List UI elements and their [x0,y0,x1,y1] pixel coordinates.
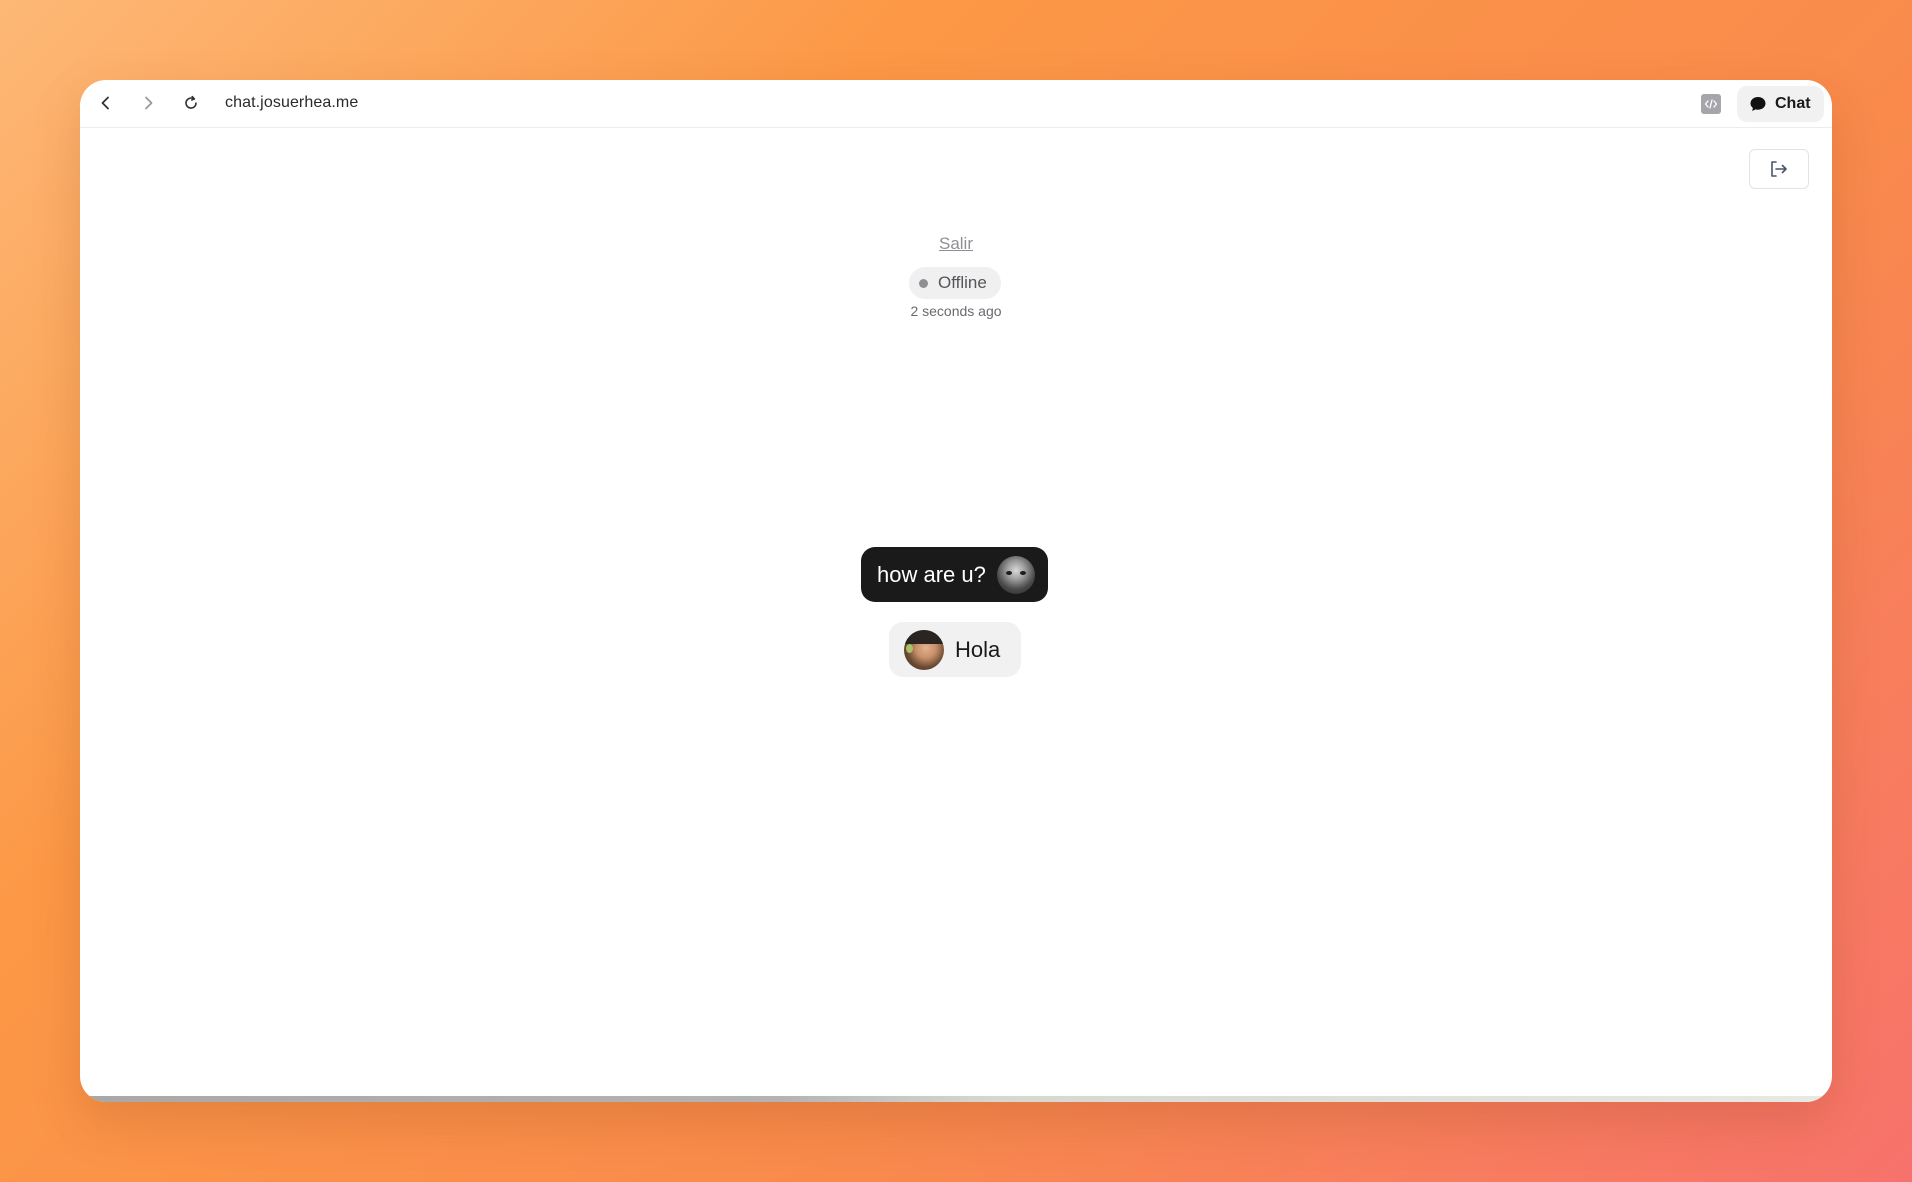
address-bar-url[interactable]: chat.josuerhea.me [225,94,358,112]
last-seen-timestamp: 2 seconds ago [910,303,1002,319]
chat-button-label: Chat [1775,95,1811,112]
message-bubble-sent: how are u? [861,547,1048,602]
avatar [904,629,944,670]
contact-header: Salir [80,234,1832,254]
chevron-right-icon [145,96,153,110]
chevron-left-icon [101,96,109,110]
code-button[interactable] [1701,94,1721,114]
message-bubble-received: Hola [889,622,1021,677]
salir-link[interactable]: Salir [939,234,973,253]
avatar [996,555,1035,594]
message-text: how are u? [877,561,986,587]
chat-bubble-icon [1750,97,1766,111]
bottom-progress-bar [80,1096,1832,1102]
reload-button[interactable] [178,90,204,116]
status-dot [919,278,928,288]
code-icon [1704,99,1718,109]
reload-icon [185,95,197,109]
back-button[interactable] [93,90,119,116]
chat-button[interactable]: Chat [1737,86,1824,122]
browser-toolbar: chat.josuerhea.me Chat [80,80,1832,128]
browser-window: chat.josuerhea.me Chat Salir Offline 2 s… [80,80,1832,1102]
forward-button[interactable] [135,90,161,116]
logout-icon [1771,161,1787,177]
status-text: Offline [938,273,987,292]
status-badge: Offline [909,267,1001,299]
message-text: Hola [955,636,1001,662]
logout-button[interactable] [1749,149,1809,189]
